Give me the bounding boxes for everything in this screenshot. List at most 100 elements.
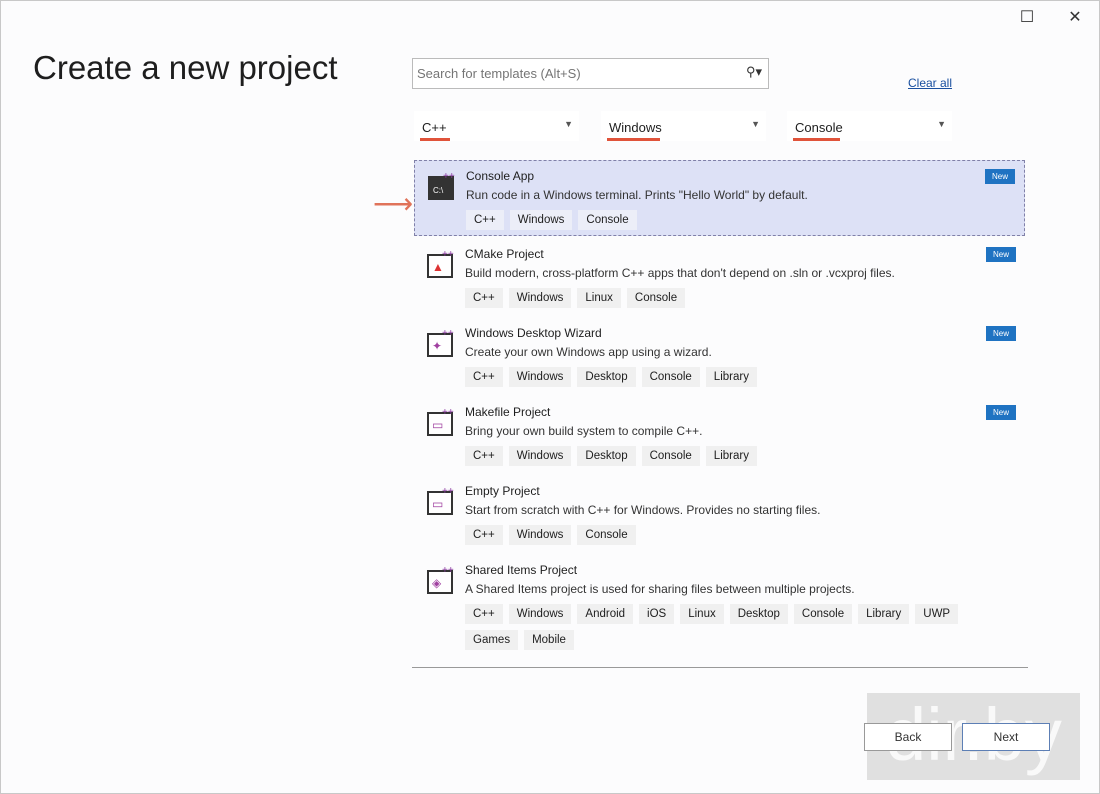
template-item[interactable]: ▲ ++ CMake Project Build modern, cross-plat… xyxy=(414,239,1025,315)
tag: Console xyxy=(578,210,637,230)
svg-text:++: ++ xyxy=(442,486,454,497)
tag-list: C++ Windows Desktop Console Library xyxy=(465,446,1005,466)
template-item[interactable]: C:\ ++ Console App Run code in a Windows te… xyxy=(414,160,1025,236)
shared-items-icon: ◈ ++ xyxy=(426,565,456,595)
tag: C++ xyxy=(465,367,503,387)
chevron-down-icon: ▼ xyxy=(751,119,760,129)
tag: C++ xyxy=(466,210,504,230)
template-title: Console App xyxy=(466,169,535,183)
tag: Windows xyxy=(508,446,572,466)
tag: Windows xyxy=(508,525,572,545)
empty-project-icon: ▭ ++ xyxy=(426,486,456,516)
filter-value: Console xyxy=(795,120,843,135)
tag: Library xyxy=(705,367,757,387)
back-button[interactable]: Back xyxy=(864,723,952,751)
tag: Console xyxy=(577,525,636,545)
underline xyxy=(420,138,450,141)
tag: Windows xyxy=(508,288,572,308)
next-button[interactable]: Next xyxy=(962,723,1050,751)
template-item[interactable]: ◈ ++ Shared Items Project A Shared Items pr… xyxy=(414,555,1025,650)
template-title: Shared Items Project xyxy=(465,563,578,577)
svg-text:▭: ▭ xyxy=(432,497,443,511)
platform-filter[interactable]: Windows ▼ xyxy=(601,111,766,141)
new-badge: New xyxy=(985,405,1016,420)
tag: Console xyxy=(641,446,700,466)
template-description: A Shared Items project is used for shari… xyxy=(465,582,855,596)
tag: C++ xyxy=(465,446,503,466)
svg-text:++: ++ xyxy=(442,249,454,260)
tag: Library xyxy=(858,604,910,624)
template-item[interactable]: ▭ ++ Empty Project Start from scratch with … xyxy=(414,476,1025,552)
close-icon[interactable]: ✕ xyxy=(1063,7,1087,29)
new-badge: New xyxy=(985,247,1016,262)
tag: Desktop xyxy=(729,604,788,624)
underline xyxy=(607,138,660,141)
tag-list: C++ Windows Android iOS Linux Desktop Console L… xyxy=(465,604,1005,650)
template-item[interactable]: ▭ ++ Makefile Project Bring your own build … xyxy=(414,397,1025,473)
tag: Windows xyxy=(508,367,572,387)
page-title: Create a new project xyxy=(33,49,338,86)
template-title: Empty Project xyxy=(465,484,540,498)
template-title: Makefile Project xyxy=(465,405,551,419)
console-app-icon: C:\ ++ xyxy=(427,171,457,201)
tag: Console xyxy=(641,367,700,387)
tag-list: C++ Windows Console xyxy=(466,210,1006,230)
tag: Desktop xyxy=(577,446,636,466)
divider xyxy=(412,667,1028,668)
chevron-down-icon: ▼ xyxy=(564,119,573,129)
tag-list: C++ Windows Console xyxy=(465,525,1005,545)
language-filter[interactable]: C++ ▼ xyxy=(414,111,579,141)
svg-text:▲: ▲ xyxy=(432,260,444,274)
project-type-filter[interactable]: Console ▼ xyxy=(787,111,952,141)
tag: Windows xyxy=(509,210,573,230)
underline xyxy=(793,138,840,141)
template-description: Run code in a Windows terminal. Prints "… xyxy=(466,188,808,202)
wizard-icon: ✦ ++ xyxy=(426,328,456,358)
search-icon[interactable]: ⚲▾ xyxy=(746,64,762,80)
tag: Library xyxy=(705,446,757,466)
tag: Games xyxy=(465,630,519,650)
template-title: CMake Project xyxy=(465,247,544,261)
svg-text:++: ++ xyxy=(442,328,454,339)
tag: Desktop xyxy=(577,367,636,387)
annotation-arrow-icon: ⟶ xyxy=(373,188,414,219)
template-item[interactable]: ✦ ++ Windows Desktop Wizard Create your own… xyxy=(414,318,1025,394)
template-description: Bring your own build system to compile C… xyxy=(465,424,703,438)
svg-text:C:\: C:\ xyxy=(433,186,444,195)
cmake-icon: ▲ ++ xyxy=(426,249,456,279)
tag: C++ xyxy=(465,604,503,624)
tag: Linux xyxy=(680,604,724,624)
filter-value: Windows xyxy=(609,120,662,135)
tag: iOS xyxy=(639,604,675,624)
tag: C++ xyxy=(465,525,503,545)
tag: Console xyxy=(793,604,853,624)
tag: Linux xyxy=(577,288,621,308)
tag: C++ xyxy=(465,288,503,308)
tag: Android xyxy=(577,604,634,624)
tag: UWP xyxy=(915,604,959,624)
tag: Mobile xyxy=(524,630,574,650)
tag-list: C++ Windows Desktop Console Library xyxy=(465,367,1005,387)
svg-text:✦: ✦ xyxy=(432,339,442,353)
filter-value: C++ xyxy=(422,120,447,135)
template-description: Create your own Windows app using a wiza… xyxy=(465,345,712,359)
maximize-icon[interactable]: ☐ xyxy=(1015,7,1039,29)
tag: Console xyxy=(626,288,686,308)
svg-text:++: ++ xyxy=(442,565,454,576)
svg-text:▭: ▭ xyxy=(432,418,443,432)
new-badge: New xyxy=(985,326,1016,341)
template-description: Start from scratch with C++ for Windows.… xyxy=(465,503,821,517)
svg-text:++: ++ xyxy=(443,171,455,182)
clear-all-link[interactable]: Clear all xyxy=(908,76,952,90)
tag-list: C++ Windows Linux Console xyxy=(465,288,1005,308)
makefile-icon: ▭ ++ xyxy=(426,407,456,437)
template-description: Build modern, cross-platform C++ apps th… xyxy=(465,266,895,280)
dialog-window: ☐ ✕ Create a new project ⚲▾ Clear all C+… xyxy=(0,0,1100,794)
template-title: Windows Desktop Wizard xyxy=(465,326,602,340)
svg-text:++: ++ xyxy=(442,407,454,418)
tag: Windows xyxy=(508,604,572,624)
chevron-down-icon: ▼ xyxy=(937,119,946,129)
search-box[interactable]: ⚲▾ xyxy=(412,58,769,89)
search-input[interactable] xyxy=(413,59,733,87)
new-badge: New xyxy=(984,169,1015,184)
